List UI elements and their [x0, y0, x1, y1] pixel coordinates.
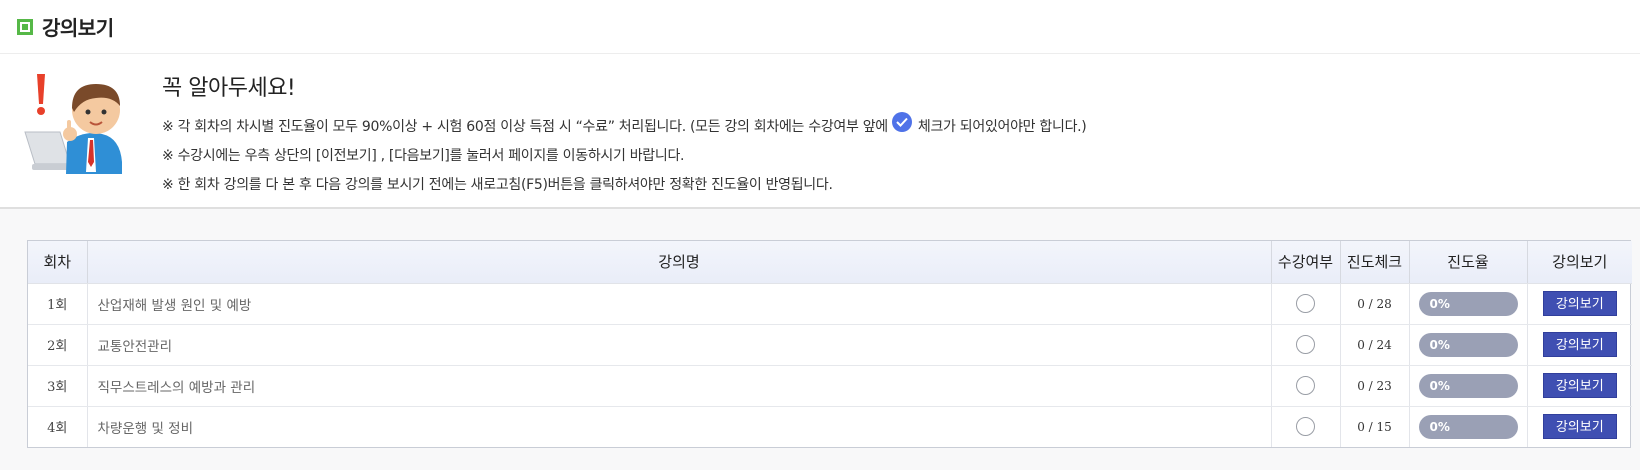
lecture-section: 회차 강의명 수강여부 진도체크 진도율 강의보기 1회 산업재해 발생 원인 … [0, 209, 1640, 470]
lecture-name-cell: 산업재해 발생 원인 및 예방 [87, 283, 1272, 325]
view-cell: 강의보기 [1527, 365, 1632, 407]
attend-radio[interactable] [1296, 376, 1315, 395]
column-header-view: 강의보기 [1527, 241, 1632, 284]
progress-bar: 0% [1418, 373, 1518, 398]
notice-panel: 꼭 알아두세요! ※ 각 회차의 차시별 진도율이 모두 90%이상 + 시험 … [0, 54, 1640, 209]
attend-cell [1271, 365, 1341, 407]
table-row: 2회 교통안전관리 0 / 24 0% 강의보기 [28, 324, 1632, 366]
notice-line-text: ※ 각 회차의 차시별 진도율이 모두 90%이상 + 시험 60점 이상 득점… [162, 119, 888, 135]
attend-cell [1271, 406, 1341, 447]
round-cell: 3회 [28, 365, 88, 407]
attend-radio[interactable] [1296, 335, 1315, 354]
notice-title: 꼭 알아두세요! [162, 76, 296, 101]
table-header-row: 회차 강의명 수강여부 진도체크 진도율 강의보기 [28, 241, 1632, 284]
table-row: 1회 산업재해 발생 원인 및 예방 0 / 28 0% 강의보기 [28, 283, 1632, 325]
table-row: 3회 직무스트레스의 예방과 관리 0 / 23 0% 강의보기 [28, 365, 1632, 407]
progress-cell: 0% [1409, 406, 1528, 447]
progress-label: 0% [1429, 419, 1450, 434]
page-header: 강의보기 [0, 0, 1640, 54]
view-cell: 강의보기 [1527, 406, 1632, 447]
round-cell: 4회 [28, 406, 88, 447]
column-header-check: 진도체크 [1340, 241, 1410, 284]
progress-check-cell: 0 / 15 [1340, 406, 1410, 447]
view-lecture-button[interactable]: 강의보기 [1542, 414, 1617, 440]
progress-check-cell: 0 / 23 [1340, 365, 1410, 407]
view-lecture-button[interactable]: 강의보기 [1542, 332, 1617, 357]
table-row: 4회 차량운행 및 정비 0 / 15 0% 강의보기 [28, 406, 1632, 447]
column-header-name: 강의명 [87, 241, 1272, 284]
progress-label: 0% [1429, 337, 1450, 352]
notice-line-text: 체크가 되어있어야만 합니다.) [917, 119, 1087, 135]
lecture-table: 회차 강의명 수강여부 진도체크 진도율 강의보기 1회 산업재해 발생 원인 … [27, 240, 1632, 448]
view-cell: 강의보기 [1527, 283, 1632, 325]
view-lecture-button[interactable]: 강의보기 [1542, 373, 1617, 398]
progress-cell: 0% [1409, 324, 1528, 366]
lecture-name-cell: 직무스트레스의 예방과 관리 [87, 365, 1272, 407]
attend-radio[interactable] [1296, 294, 1315, 313]
view-cell: 강의보기 [1527, 324, 1632, 366]
progress-check-cell: 0 / 28 [1340, 283, 1410, 325]
progress-cell: 0% [1409, 365, 1528, 407]
square-bullet-icon [17, 18, 33, 35]
progress-label: 0% [1429, 378, 1450, 393]
attend-cell [1271, 283, 1341, 325]
lecture-name-cell: 차량운행 및 정비 [87, 406, 1272, 447]
progress-check-cell: 0 / 24 [1340, 324, 1410, 366]
column-header-round: 회차 [28, 241, 88, 284]
round-cell: 1회 [28, 283, 88, 325]
column-header-attend: 수강여부 [1271, 241, 1341, 284]
progress-label: 0% [1429, 296, 1450, 311]
progress-bar: 0% [1418, 414, 1518, 439]
notice-line-completion: ※ 각 회차의 차시별 진도율이 모두 90%이상 + 시험 60점 이상 득점… [162, 112, 1087, 136]
attend-radio[interactable] [1296, 417, 1315, 437]
lecture-name-cell: 교통안전관리 [87, 324, 1272, 366]
attend-cell [1271, 324, 1341, 366]
notice-line-refresh: ※ 한 회차 강의를 다 본 후 다음 강의를 보시기 전에는 새로고침(F5)… [162, 177, 833, 193]
page-title: 강의보기 [42, 16, 114, 40]
notice-line-navigation: ※ 수강시에는 우측 상단의 [이전보기] , [다음보기]를 눌러서 페이지를… [162, 148, 685, 164]
progress-bar: 0% [1418, 332, 1518, 357]
progress-cell: 0% [1409, 283, 1528, 325]
progress-bar: 0% [1418, 291, 1518, 316]
check-circle-icon [891, 112, 912, 132]
mascot-illustration-icon [24, 74, 122, 174]
view-lecture-button[interactable]: 강의보기 [1542, 291, 1617, 316]
column-header-progress: 진도율 [1409, 241, 1528, 284]
round-cell: 2회 [28, 324, 88, 366]
